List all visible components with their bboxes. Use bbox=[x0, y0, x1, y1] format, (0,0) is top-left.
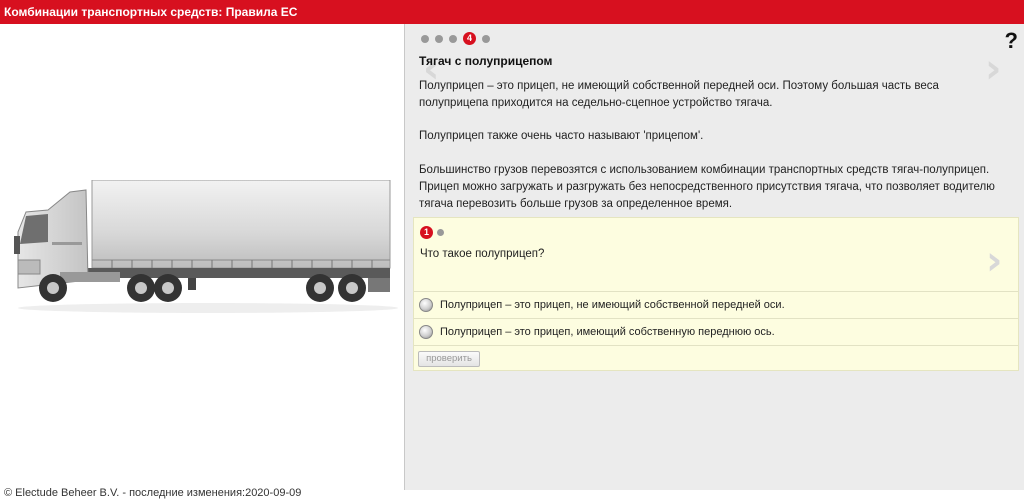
app-title-bar: Комбинации транспортных средств: Правила… bbox=[0, 0, 1024, 24]
copyright-footer: © Electude Beheer B.V. - последние измен… bbox=[4, 487, 302, 499]
question-dot-current[interactable]: 1 bbox=[420, 226, 433, 239]
section-title: Тягач с полуприцепом bbox=[419, 54, 553, 68]
question-mark-icon[interactable]: ? bbox=[1005, 28, 1018, 54]
page-dot[interactable] bbox=[435, 34, 443, 43]
paragraph: Полуприцеп также очень часто называют 'п… bbox=[419, 130, 704, 142]
question-dot[interactable] bbox=[437, 229, 444, 236]
answer-option[interactable]: Полуприцеп – это прицеп, не имеющий собс… bbox=[414, 291, 1018, 317]
answer-option[interactable]: Полуприцеп – это прицеп, имеющий собстве… bbox=[414, 318, 1018, 344]
page-dot[interactable] bbox=[449, 34, 457, 43]
quiz-panel: 1 Что такое полуприцеп? › Полуприцеп – э… bbox=[413, 217, 1019, 371]
illustration-panel: © Electude Beheer B.V. - последние измен… bbox=[0, 24, 404, 499]
page-dot[interactable] bbox=[421, 34, 429, 43]
page-indicator: 4 bbox=[421, 32, 490, 45]
answer-label: Полуприцеп – это прицеп, имеющий собстве… bbox=[440, 325, 775, 338]
radio-button[interactable] bbox=[419, 324, 433, 339]
page-dot-current[interactable]: 4 bbox=[463, 32, 476, 45]
paragraph: Полуприцеп – это прицеп, не имеющий собс… bbox=[419, 80, 939, 109]
app-title: Комбинации транспортных средств: Правила… bbox=[4, 5, 298, 19]
chevron-right-icon[interactable]: › bbox=[986, 238, 1002, 284]
question-text: Что такое полуприцеп? bbox=[420, 248, 545, 260]
option-divider bbox=[414, 345, 1018, 346]
question-indicator: 1 bbox=[420, 226, 444, 239]
radio-button[interactable] bbox=[419, 297, 433, 312]
page-dot[interactable] bbox=[482, 34, 490, 43]
check-answer-button[interactable]: проверить bbox=[418, 351, 480, 367]
paragraph: Большинство грузов перевозятся с использ… bbox=[419, 164, 995, 210]
content-panel: 4 ? ‹ › Тягач с полуприцепом Полуприцеп … bbox=[405, 24, 1024, 490]
semi-truck-illustration bbox=[14, 180, 398, 313]
answer-label: Полуприцеп – это прицеп, не имеющий собс… bbox=[440, 298, 785, 311]
